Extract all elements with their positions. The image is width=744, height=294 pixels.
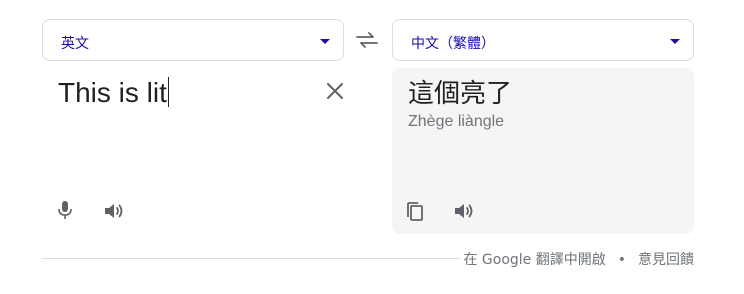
source-text-input[interactable]: This is lit [58, 76, 169, 110]
open-in-google-translate-link[interactable]: 在 Google 翻譯中開啟 [463, 252, 605, 268]
translate-widget: 英文 中文（繁體） This is lit 這個亮了 Zhège liàngle… [0, 0, 744, 294]
translation-text: 這個亮了 [408, 79, 513, 109]
footer: 在 Google 翻譯中開啟 • 意見回饋 [463, 249, 694, 269]
listen-translation-button[interactable] [451, 199, 475, 223]
swap-languages-button[interactable] [355, 29, 379, 51]
source-language-select[interactable]: 英文 [42, 19, 344, 61]
speaker-icon [455, 204, 473, 218]
voice-input-button[interactable] [53, 198, 77, 222]
close-icon [327, 83, 343, 99]
speaker-icon [105, 204, 123, 218]
swap-arrows-icon [356, 32, 378, 48]
microphone-icon [58, 201, 72, 219]
target-language-label: 中文（繁體） [411, 36, 495, 52]
translation-panel: 這個亮了 Zhège liàngle [392, 68, 694, 234]
romanization-text: Zhège liàngle [408, 113, 505, 130]
listen-source-button[interactable] [101, 199, 125, 223]
footer-divider [42, 258, 460, 259]
feedback-link[interactable]: 意見回饋 [638, 252, 694, 268]
copy-icon [407, 202, 423, 221]
footer-separator: • [617, 252, 626, 268]
source-text: This is lit [58, 77, 167, 108]
source-language-label: 英文 [61, 36, 89, 52]
target-language-select[interactable]: 中文（繁體） [392, 19, 694, 61]
clear-source-button[interactable] [324, 80, 346, 102]
text-cursor [167, 77, 169, 107]
chevron-down-icon [670, 39, 680, 44]
copy-translation-button[interactable] [403, 200, 427, 224]
chevron-down-icon [320, 39, 330, 44]
